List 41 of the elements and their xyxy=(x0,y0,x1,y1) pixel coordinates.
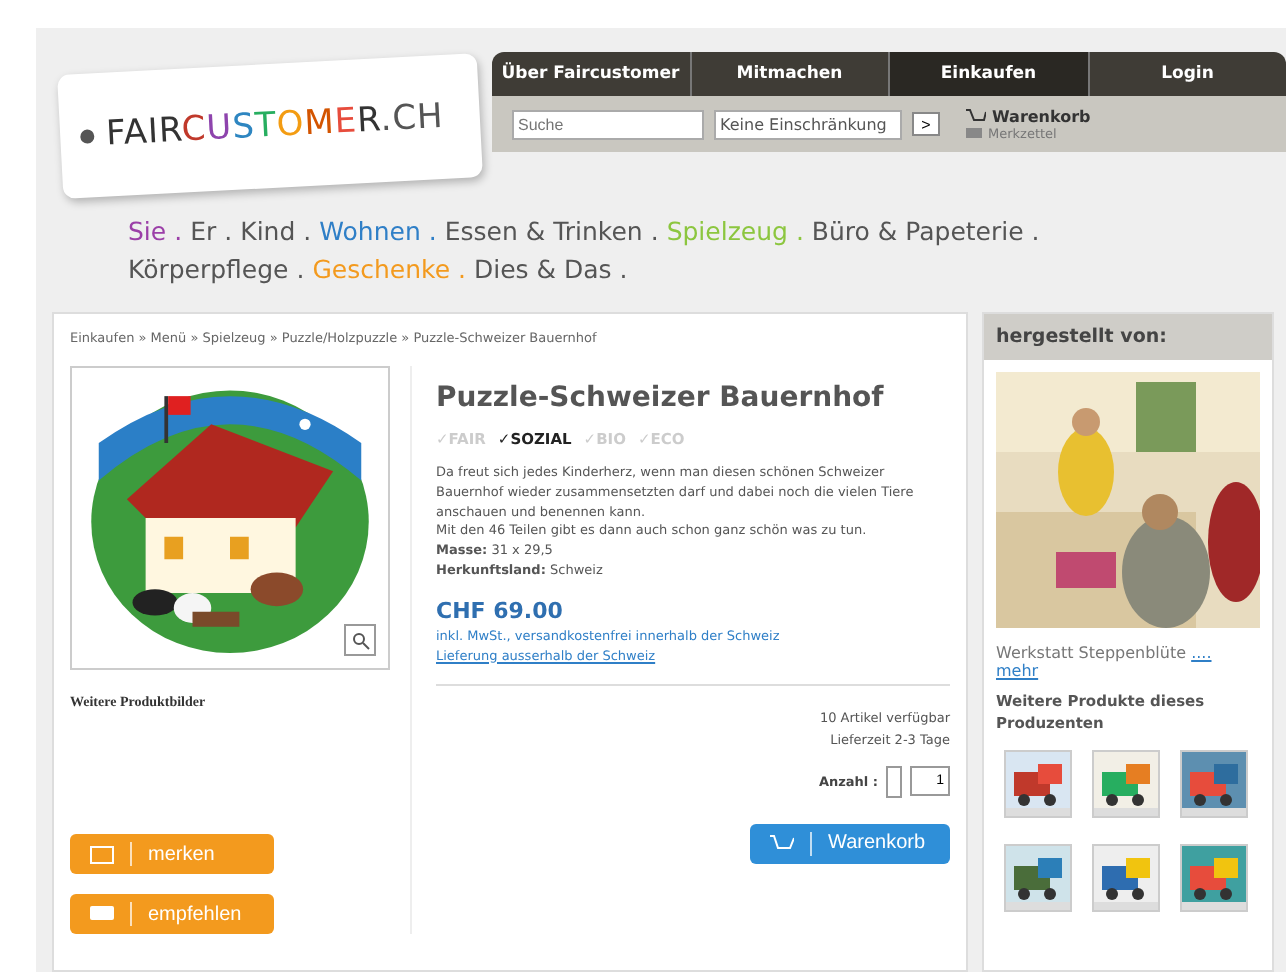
separator-dot: . xyxy=(296,254,305,284)
category-link[interactable]: Dies & Das xyxy=(474,254,612,284)
search-field[interactable]: Suche xyxy=(512,109,704,139)
separator-dot: . xyxy=(1031,216,1040,246)
add-to-cart-button[interactable]: Warenkorb xyxy=(750,823,950,863)
speech-bubble-icon xyxy=(90,905,114,923)
separator-dot: . xyxy=(458,254,466,284)
separator-dot: . xyxy=(795,216,804,246)
price: CHF 69.00 xyxy=(436,597,565,623)
separator-dot: . xyxy=(174,216,183,246)
tag-hole-icon xyxy=(79,128,95,143)
category-link[interactable]: Er xyxy=(190,216,217,246)
nav-tab[interactable]: Über Faircustomer xyxy=(492,52,689,96)
cart-link[interactable]: Warenkorb xyxy=(966,107,1091,125)
zoom-icon[interactable] xyxy=(344,624,376,656)
cart-icon xyxy=(966,108,986,124)
category-link[interactable]: Büro & Papeterie xyxy=(811,216,1024,246)
separator-dot: . xyxy=(428,216,437,246)
quantity-stepper[interactable] xyxy=(886,765,902,797)
filter-dropdown[interactable]: Keine Einschränkung xyxy=(714,109,902,139)
category-link[interactable]: Wohnen xyxy=(319,216,421,246)
more-link[interactable]: mehr xyxy=(996,662,1260,680)
producer-name: Werkstatt Steppenblüte xyxy=(996,644,1187,662)
logo[interactable]: FAIRCUSTOMER.CH xyxy=(57,53,483,199)
separator-dot: . xyxy=(619,254,628,284)
nav-tab[interactable]: Einkaufen xyxy=(888,52,1087,96)
category-link[interactable]: Kind xyxy=(240,216,296,246)
logo-text: FAIRCUSTOMER.CH xyxy=(105,96,445,155)
go-button[interactable]: > xyxy=(912,112,940,136)
category-link[interactable]: Sie xyxy=(128,216,167,246)
category-link[interactable]: Essen & Trinken xyxy=(444,216,643,246)
product-title: Puzzle-Schweizer Bauernhof xyxy=(436,382,886,414)
note-icon xyxy=(90,845,114,863)
notepad-icon xyxy=(966,128,982,138)
cart-icon xyxy=(770,834,794,852)
separator-dot: . xyxy=(303,216,312,246)
separator-dot: . xyxy=(224,216,233,246)
sidebar-title: hergestellt von: xyxy=(984,314,1272,360)
separator-dot: . xyxy=(650,216,659,246)
more-link[interactable]: .... xyxy=(1191,644,1212,662)
category-link[interactable]: Körperpflege xyxy=(128,254,289,284)
